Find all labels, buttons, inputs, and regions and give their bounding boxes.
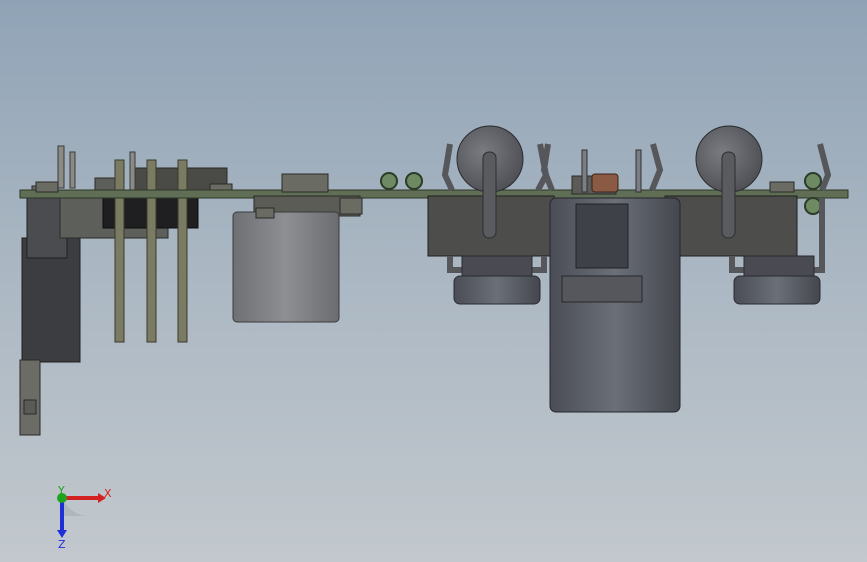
capacitor-bottom-left (453, 255, 541, 305)
smd-part-1 (769, 181, 795, 193)
smd-part-3 (255, 207, 275, 219)
capacitor-bottom-right (733, 255, 821, 305)
z-axis-label: Z (58, 538, 66, 550)
cad-viewport[interactable] (0, 0, 867, 562)
coordinate-triad: X Y Z (57, 484, 112, 550)
x-axis-label: X (104, 487, 112, 500)
smd-part-2 (35, 181, 59, 193)
header-pins-assembly (59, 151, 233, 343)
electrolytic-capacitor-large (549, 149, 681, 413)
y-axis-label: Y (57, 484, 65, 497)
